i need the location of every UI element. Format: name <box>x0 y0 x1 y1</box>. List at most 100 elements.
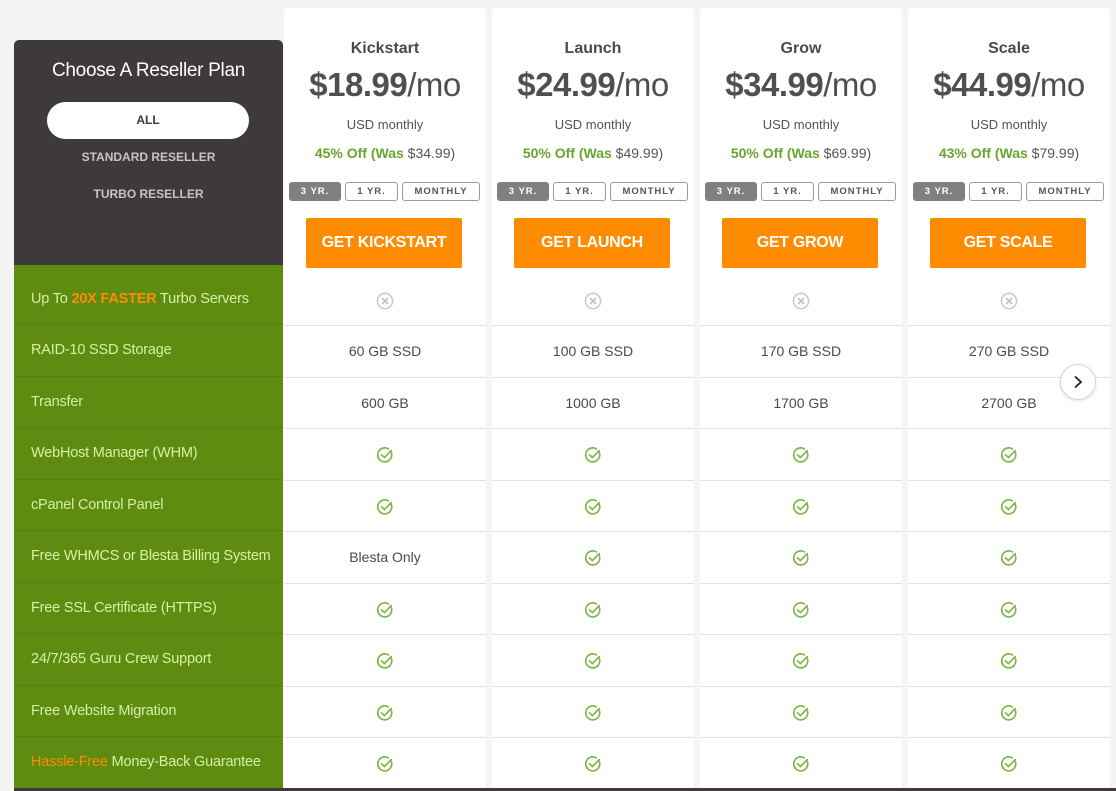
check-icon <box>376 756 393 772</box>
feature-cell <box>700 687 902 738</box>
plan-name: Grow <box>780 40 822 57</box>
x-icon <box>1000 292 1018 310</box>
feature-cell <box>492 738 694 790</box>
feature-row: Transfer <box>14 377 283 428</box>
price-amount: $24.99 <box>517 66 616 103</box>
check-icon <box>792 447 809 463</box>
feature-cell <box>700 532 902 584</box>
plan-card-launch: Launch $24.99/mo USD monthly 50% Off (Was $… <box>492 8 694 790</box>
feature-label: Transfer <box>31 393 83 410</box>
feature-cell <box>700 635 902 687</box>
plan-feature-values: 60 GB SSD 600 GB Blesta Only <box>284 266 486 790</box>
check-icon <box>1000 601 1017 618</box>
price-period: /mo <box>823 66 877 103</box>
feature-cell <box>492 635 694 687</box>
feature-label: Free WHMCS or Blesta Billing System <box>31 548 271 564</box>
feature-cell <box>700 429 902 481</box>
check-icon <box>1000 498 1017 515</box>
check-icon <box>1000 653 1017 669</box>
term-monthly-button[interactable]: MONTHLY <box>1026 182 1104 201</box>
feature-cell <box>284 266 486 326</box>
plan-header: Grow $34.99/mo USD monthly 50% Off (Was $69… <box>700 8 902 268</box>
feature-cell <box>908 266 1110 326</box>
term-3yr-button[interactable]: 3 YR. <box>705 182 757 201</box>
term-3yr-button[interactable]: 3 YR. <box>913 182 965 201</box>
discount-label: 45% Off (Was $34.99) <box>284 145 486 161</box>
feature-value: 2700 GB <box>981 394 1037 411</box>
check-icon <box>584 704 601 721</box>
check-icon <box>792 653 809 669</box>
plan-feature-values: 170 GB SSD 1700 GB <box>700 266 902 790</box>
get-plan-button[interactable]: GET KICKSTART <box>306 218 462 268</box>
feature-value: 60 GB SSD <box>348 343 422 359</box>
check-icon <box>584 550 601 566</box>
feature-cell <box>284 429 486 481</box>
feature-row: Free WHMCS or Blesta Billing System <box>14 531 283 583</box>
term-1yr-button[interactable]: 1 YR. <box>969 182 1022 201</box>
check-icon <box>584 601 601 618</box>
feature-cell <box>492 481 694 532</box>
feature-row: WebHost Manager (WHM) <box>14 428 283 480</box>
was-price: $79.99) <box>1031 145 1080 161</box>
get-plan-button[interactable]: GET GROW <box>722 218 878 268</box>
feature-cell <box>908 532 1110 584</box>
was-price: $34.99) <box>407 145 456 161</box>
filter-header: Choose A Reseller Plan ALL STANDARD RESE… <box>14 40 283 265</box>
term-1yr-button[interactable]: 1 YR. <box>553 182 606 201</box>
term-monthly-button[interactable]: MONTHLY <box>818 182 896 201</box>
term-3yr-button[interactable]: 3 YR. <box>497 182 549 201</box>
term-3yr-button[interactable]: 3 YR. <box>289 182 341 201</box>
feature-row: Up To 20X FASTER Turbo Servers <box>14 265 283 325</box>
feature-cell <box>700 584 902 635</box>
term-selector: 3 YR. 1 YR. MONTHLY <box>913 182 1105 201</box>
feature-label: WebHost Manager (WHM) <box>31 445 198 461</box>
discount-label: 50% Off (Was $69.99) <box>700 145 902 161</box>
feature-value: 270 GB SSD <box>968 343 1050 359</box>
feature-cell <box>284 738 486 790</box>
feature-cell <box>908 635 1110 687</box>
feature-cell <box>284 481 486 532</box>
price-period: /mo <box>615 66 669 103</box>
discount-label: 50% Off (Was $49.99) <box>492 145 694 161</box>
plan-price: $18.99/mo <box>284 66 486 104</box>
feature-row: Hassle-Free Money-Back Guarantee <box>14 737 283 789</box>
plan-card-grow: Grow $34.99/mo USD monthly 50% Off (Was $69… <box>700 8 902 790</box>
term-monthly-button[interactable]: MONTHLY <box>610 182 688 201</box>
price-amount: $44.99 <box>933 66 1032 103</box>
term-monthly-button[interactable]: MONTHLY <box>402 182 480 201</box>
billing-note: USD monthly <box>554 117 632 132</box>
filter-standard-reseller[interactable]: STANDARD RESELLER <box>14 150 283 164</box>
term-1yr-button[interactable]: 1 YR. <box>345 182 398 201</box>
get-plan-button[interactable]: GET LAUNCH <box>514 218 670 268</box>
filter-all-button[interactable]: ALL <box>47 102 249 139</box>
feature-cell <box>908 584 1110 635</box>
term-selector: 3 YR. 1 YR. MONTHLY <box>289 182 481 201</box>
feature-cell <box>700 481 902 532</box>
get-plan-button[interactable]: GET SCALE <box>930 218 1086 268</box>
was-price: $69.99) <box>823 145 872 161</box>
feature-value: 1000 GB <box>565 394 621 411</box>
feature-label-suffix: Money-Back Guarantee <box>107 754 261 770</box>
check-icon <box>1000 550 1017 566</box>
check-icon <box>1000 756 1017 772</box>
price-period: /mo <box>407 66 461 103</box>
x-icon <box>792 292 810 310</box>
check-icon <box>376 704 393 721</box>
billing-note: USD monthly <box>346 117 424 132</box>
check-icon <box>584 756 601 772</box>
next-plans-button[interactable] <box>1060 364 1096 400</box>
term-1yr-button[interactable]: 1 YR. <box>761 182 814 201</box>
plan-feature-values: 100 GB SSD 1000 GB <box>492 266 694 790</box>
check-icon <box>376 447 393 463</box>
filter-turbo-reseller[interactable]: TURBO RESELLER <box>14 187 283 201</box>
plan-price: $24.99/mo <box>492 66 694 104</box>
feature-cell: 100 GB SSD <box>492 326 694 378</box>
check-icon <box>376 498 393 515</box>
check-icon <box>376 653 393 669</box>
plan-name: Launch <box>564 40 622 57</box>
feature-cell: 1700 GB <box>700 378 902 429</box>
discount-label: 43% Off (Was $79.99) <box>908 145 1110 161</box>
check-icon <box>1000 447 1017 463</box>
plan-card-kickstart: Kickstart $18.99/mo USD monthly 45% Off (Wa… <box>284 8 486 790</box>
check-icon <box>792 550 809 566</box>
